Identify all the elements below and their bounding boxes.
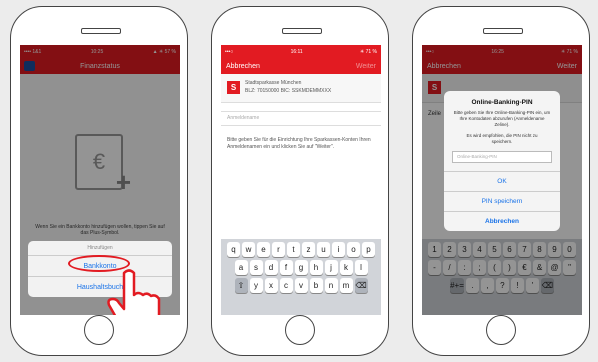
action-sheet-title: Hinzufügen — [28, 241, 172, 256]
status-bar: •••○ 16:11 ✳ 71 % — [221, 45, 381, 58]
username-input[interactable]: Anmeldename — [221, 111, 381, 126]
dialog-text: Bitte geben Sie Ihre Online-Banking-PIN … — [453, 110, 551, 127]
keyboard-key[interactable]: e — [257, 242, 270, 257]
cancel-button[interactable]: Abbrechen — [226, 63, 260, 70]
keyboard-key[interactable]: o — [347, 242, 360, 257]
keyboard-key[interactable]: y — [249, 278, 263, 293]
keyboard-key[interactable]: m — [339, 278, 353, 293]
keyboard-key[interactable]: h — [309, 260, 323, 275]
pin-input[interactable]: Online-Banking-PIN — [452, 151, 552, 163]
status-time: 16:11 — [290, 48, 303, 55]
keyboard-key[interactable]: x — [264, 278, 278, 293]
keyboard-key[interactable]: w — [242, 242, 255, 257]
keyboard-row-1: qwertzuiop — [223, 242, 379, 257]
bank-name: Stadtsparkasse München — [245, 80, 302, 86]
keyboard-key[interactable]: q — [227, 242, 240, 257]
keyboard-key[interactable]: g — [294, 260, 308, 275]
bank-info-row: S Stadtsparkasse München BLZ: 70150000 B… — [221, 74, 381, 103]
phone-frame-3: •••○ 16:25 ✳ 71 % Abbrechen Weiter S Zei… — [412, 6, 590, 356]
keyboard-key[interactable]: b — [309, 278, 323, 293]
keyboard: qwertzuiop asdfghjkl ⇧ y x c v b n m ⌫ — [221, 239, 381, 315]
bank-detail: BLZ: 70150000 BIC: SSKMDEMMXXX — [245, 88, 332, 94]
home-button[interactable] — [84, 315, 114, 345]
hand-pointer-icon — [107, 269, 161, 315]
sparkasse-logo-icon: S — [227, 81, 240, 94]
keyboard-key[interactable]: f — [279, 260, 293, 275]
nav-bar: Abbrechen Weiter — [221, 58, 381, 74]
pin-dialog: Online-Banking-PIN Bitte geben Sie Ihre … — [444, 91, 560, 231]
home-button[interactable] — [486, 315, 516, 345]
keyboard-key[interactable]: j — [324, 260, 338, 275]
dialog-title: Online-Banking-PIN — [471, 99, 533, 106]
keyboard-key[interactable]: k — [339, 260, 353, 275]
home-button[interactable] — [285, 315, 315, 345]
screen-finanzstatus: •••• 1&1 10:25 ▲ ✳ 57 % Finanzstatus € +… — [20, 45, 180, 315]
keyboard-key[interactable]: r — [272, 242, 285, 257]
keyboard-key[interactable]: a — [234, 260, 248, 275]
ok-button[interactable]: OK — [444, 171, 560, 191]
next-button[interactable]: Weiter — [356, 63, 376, 70]
cancel-dialog-button[interactable]: Abbrechen — [444, 211, 560, 231]
keyboard-key[interactable]: c — [279, 278, 293, 293]
keyboard-key[interactable]: p — [362, 242, 375, 257]
keyboard-key[interactable]: t — [287, 242, 300, 257]
keyboard-row-2: asdfghjkl — [223, 260, 379, 275]
keyboard-key[interactable]: ⇧ — [234, 278, 248, 293]
battery-text: ✳ 71 % — [360, 48, 377, 55]
speaker-grille — [483, 28, 523, 34]
phone-frame-1: •••• 1&1 10:25 ▲ ✳ 57 % Finanzstatus € +… — [10, 6, 188, 356]
screen-bank-login: •••○ 16:11 ✳ 71 % Abbrechen Weiter S Sta… — [221, 45, 381, 315]
keyboard-key[interactable]: z — [302, 242, 315, 257]
speaker-grille — [81, 28, 121, 34]
keyboard-key[interactable]: d — [264, 260, 278, 275]
keyboard-key[interactable]: ⌫ — [354, 278, 368, 293]
keyboard-key[interactable]: v — [294, 278, 308, 293]
keyboard-row-3: ⇧ y x c v b n m ⌫ — [223, 278, 379, 293]
keyboard-key[interactable]: s — [249, 260, 263, 275]
keyboard-key[interactable]: i — [332, 242, 345, 257]
keyboard-key[interactable]: u — [317, 242, 330, 257]
phone-frame-2: •••○ 16:11 ✳ 71 % Abbrechen Weiter S Sta… — [211, 6, 389, 356]
help-text: Bitte geben Sie für die Einrichtung Ihre… — [227, 137, 371, 150]
dialog-hint: Es wird empfohlen, die PIN nicht zu spei… — [466, 133, 538, 144]
keyboard-key[interactable]: l — [354, 260, 368, 275]
screen-pin-entry: •••○ 16:25 ✳ 71 % Abbrechen Weiter S Zei… — [422, 45, 582, 315]
speaker-grille — [282, 28, 322, 34]
keyboard-key[interactable]: n — [324, 278, 338, 293]
signal-icon: •••○ — [225, 48, 234, 55]
save-pin-button[interactable]: PIN speichern — [444, 191, 560, 211]
